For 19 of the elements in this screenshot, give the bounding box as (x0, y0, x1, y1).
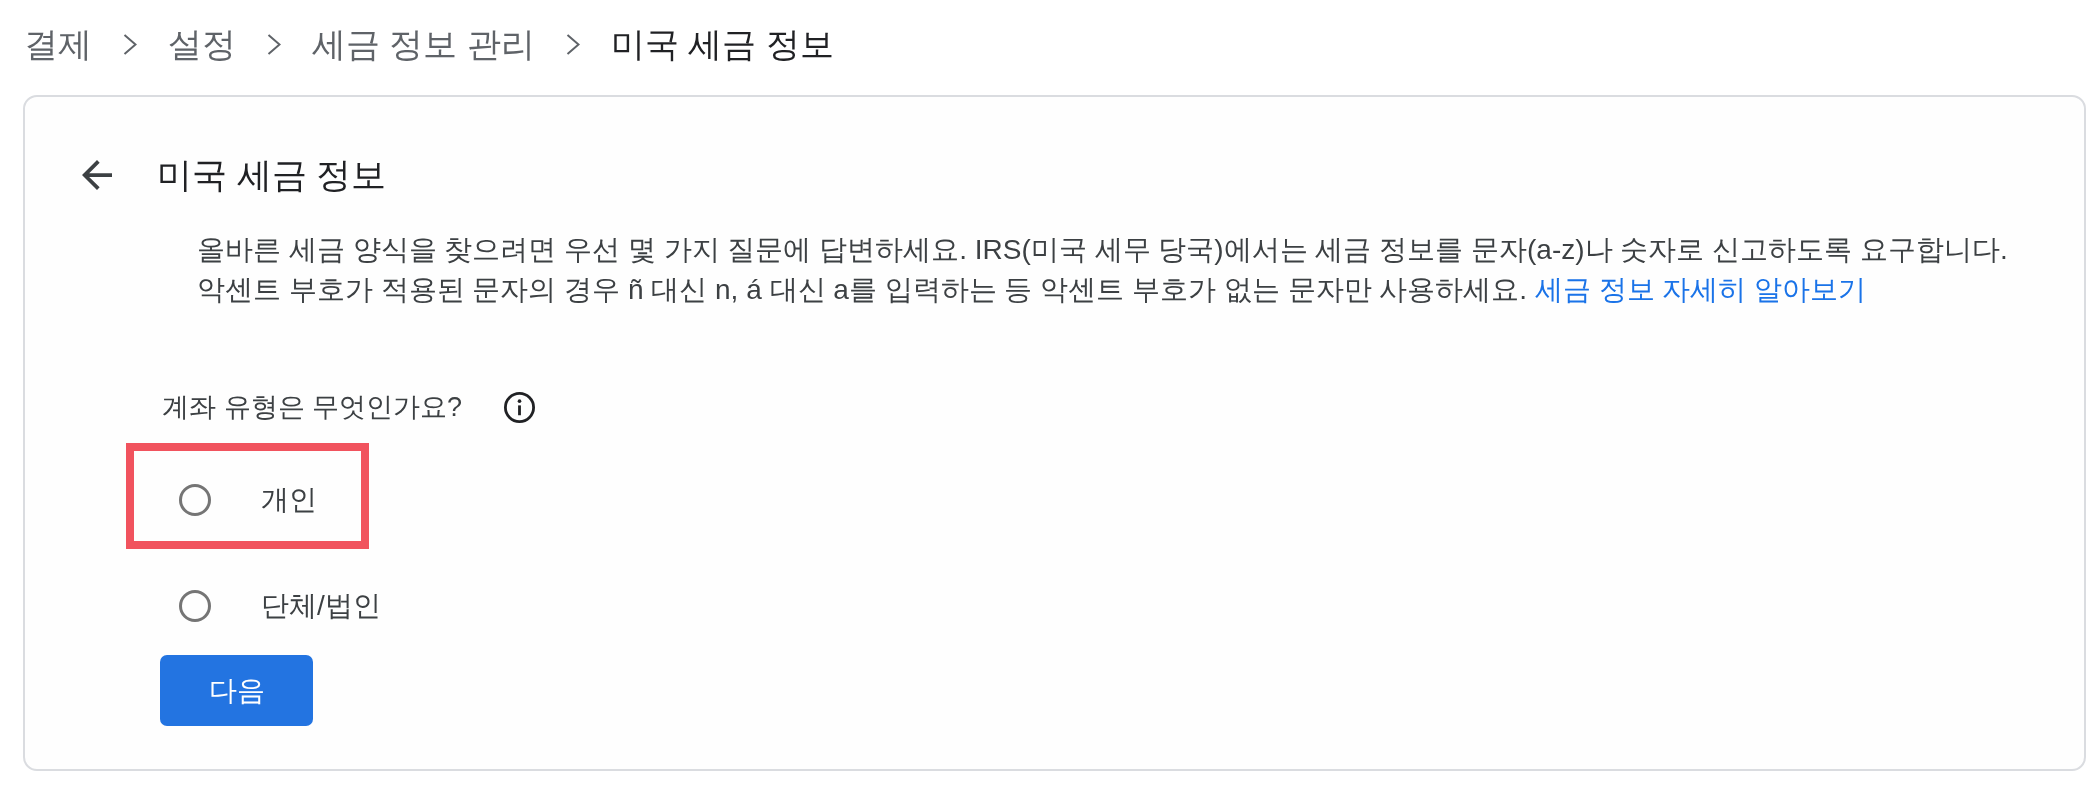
breadcrumb-link[interactable]: 세금 정보 관리 (312, 14, 535, 74)
option-label[interactable]: 단체/법인 (261, 590, 381, 622)
option-label[interactable]: 개인 (261, 484, 317, 516)
back-arrow-icon (82, 160, 112, 190)
learn-more-link[interactable]: 세금 정보 자세히 알아보기 (1534, 274, 1867, 305)
page-title: 미국 세금 정보 (157, 154, 387, 196)
description-text: 올바른 세금 양식을 찾으려면 우선 몇 가지 질문에 답변하세요. IRS(미국 세무 당국)에서는 세금 정보를 문자(a-z)나 숫자로 신고하도록 요구합니다. 악센트 부호가 적용된 문자의 경우 ñ 대신 n, á 대신 a를 입력하는 등 악센트 부호가 없는 문자만 사용하세요. 세금 정보 자세히 알아보기 (197, 233, 2009, 307)
next-button[interactable]: 다음 (160, 655, 313, 726)
chevron-right-icon (123, 33, 137, 55)
breadcrumb-current: 미국 세금 정보 (610, 24, 834, 65)
chevron-right-icon (565, 33, 580, 55)
question-label: 계좌 유형은 무엇인가요? (162, 391, 463, 424)
breadcrumb-link[interactable]: 설정 (168, 14, 236, 74)
back-button[interactable] (82, 160, 112, 190)
chevron-right-icon (267, 33, 281, 55)
info-icon[interactable] (504, 391, 536, 423)
breadcrumb-link[interactable]: 결제 (24, 14, 92, 74)
radio-button[interactable] (179, 590, 211, 622)
radio-button[interactable] (179, 484, 211, 516)
